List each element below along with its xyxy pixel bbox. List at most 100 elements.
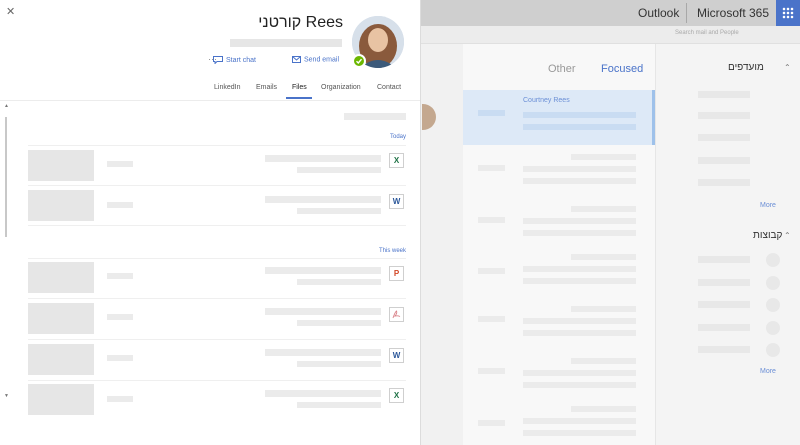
files-header-placeholder [344,113,406,120]
file-thumbnail[interactable] [28,262,94,293]
message-row [478,165,505,171]
folder-pane: מועדפים ⌃ More קבוצות ⌃ More [655,44,800,445]
file-name-placeholder[interactable] [265,267,381,274]
folder-item[interactable] [698,179,750,186]
app-launcher-button[interactable] [776,0,800,26]
tab-linkedin[interactable]: LinkedIn [214,84,240,91]
group-item[interactable] [698,346,750,353]
message-row[interactable] [571,306,636,312]
groups-header[interactable]: קבוצות [753,230,782,241]
presence-badge [352,54,366,68]
divider [28,380,406,381]
folder-item[interactable] [698,134,750,141]
tab-files[interactable]: Files [292,84,307,91]
folder-item[interactable] [698,157,750,164]
chevron-up-icon[interactable]: ⌃ [784,231,791,240]
message-row [478,217,505,223]
search-placeholder: Search mail and People [675,30,739,36]
message-row [523,218,636,224]
message-row [523,230,636,236]
tab-other[interactable]: Other [548,63,576,75]
send-email-label: Send email [304,56,340,64]
message-row[interactable] [571,358,636,364]
message-sender: Courtney Rees [523,97,570,104]
file-name-placeholder[interactable] [265,390,381,397]
file-date-placeholder [107,202,133,208]
file-thumbnail[interactable] [28,303,94,334]
message-row [478,268,505,274]
tab-emails[interactable]: Emails [256,84,277,91]
file-name-placeholder[interactable] [265,308,381,315]
pdf-icon [389,307,404,322]
scrollbar[interactable]: ▲ ▼ [4,103,9,403]
message-row [478,420,505,426]
chevron-up-icon[interactable]: ⌃ [784,63,791,72]
file-meta-placeholder [297,167,381,173]
divider [28,225,406,226]
pdf-glyph [392,310,401,319]
file-thumbnail[interactable] [28,190,94,221]
folder-item[interactable] [698,112,750,119]
message-row [523,318,636,324]
scrollbar-thumb[interactable] [5,117,7,237]
favorites-header[interactable]: מועדפים [728,62,764,73]
excel-icon: X [389,388,404,403]
tab-organization[interactable]: Organization [321,84,361,91]
divider [28,258,406,259]
more-favorites-link[interactable]: More [760,202,776,209]
more-actions-button[interactable]: ··· [208,54,217,66]
start-chat-label: Start chat [226,56,256,64]
outlook-title[interactable]: Outlook [638,0,679,26]
contact-name: קורטני Rees [258,14,343,31]
group-avatar [766,321,780,335]
message-row[interactable] [571,154,636,160]
group-item[interactable] [698,324,750,331]
file-meta-placeholder [297,361,381,367]
contact-card: ✕ קורטני Rees Send email Start chat ··· … [0,0,421,445]
file-meta-placeholder [297,208,381,214]
more-groups-link[interactable]: More [760,368,776,375]
file-thumbnail[interactable] [28,150,94,181]
divider [28,298,406,299]
file-name-placeholder[interactable] [265,349,381,356]
check-icon [356,58,363,65]
excel-icon: X [389,153,404,168]
word-icon: W [389,348,404,363]
divider [686,3,687,23]
message-row[interactable] [571,206,636,212]
start-chat-button[interactable]: Start chat [213,56,256,68]
message-list: Focused Other Courtney Rees [463,44,655,445]
message-row [523,278,636,284]
powerpoint-icon: P [389,266,404,281]
file-meta-placeholder [297,402,381,408]
group-avatar [766,253,780,267]
waffle-icon [782,7,794,19]
microsoft-365-title[interactable]: Microsoft 365 [697,0,769,26]
folder-item[interactable] [698,91,750,98]
group-item[interactable] [698,279,750,286]
file-name-placeholder[interactable] [265,155,381,162]
send-email-button[interactable]: Send email [292,56,339,68]
scroll-down-icon[interactable]: ▼ [4,393,9,399]
message-row [523,370,636,376]
active-tab-indicator [286,97,312,99]
tab-contact[interactable]: Contact [377,84,401,91]
file-name-placeholder[interactable] [265,196,381,203]
message-row [523,382,636,388]
file-date-placeholder [107,161,133,167]
divider [0,100,420,101]
scroll-up-icon[interactable]: ▲ [4,103,9,109]
message-row[interactable] [571,254,636,260]
file-thumbnail[interactable] [28,384,94,415]
message-row[interactable] [571,406,636,412]
group-item[interactable] [698,301,750,308]
tab-focused[interactable]: Focused [601,63,643,75]
close-icon[interactable]: ✕ [6,5,15,18]
message-row [523,430,636,436]
file-thumbnail[interactable] [28,344,94,375]
group-item[interactable] [698,256,750,263]
search-bar[interactable]: Search mail and People [420,26,800,44]
group-avatar [766,276,780,290]
divider [28,185,406,186]
section-label-today: Today [390,134,407,140]
